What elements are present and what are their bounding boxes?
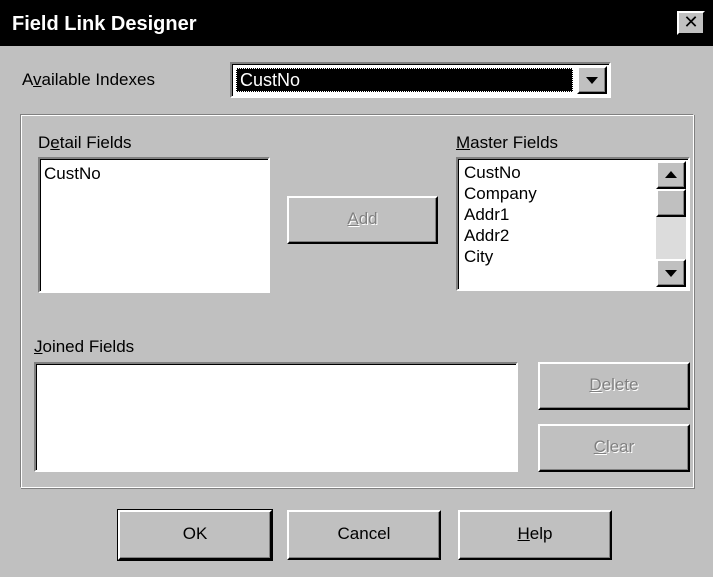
clear-button[interactable]: Clear bbox=[538, 424, 690, 472]
available-indexes-label: Available Indexes bbox=[22, 70, 155, 89]
available-indexes-dropdown[interactable]: CustNo bbox=[230, 62, 611, 98]
scroll-thumb[interactable] bbox=[656, 189, 686, 217]
scroll-up-button[interactable] bbox=[656, 161, 686, 189]
detail-fields-list[interactable]: CustNo bbox=[38, 157, 270, 293]
detail-fields-label: Detail Fields bbox=[38, 133, 132, 152]
close-button[interactable]: ✕ bbox=[677, 11, 705, 35]
window-title: Field Link Designer bbox=[12, 13, 197, 35]
master-fields-label: Master Fields bbox=[456, 133, 559, 152]
available-indexes-value: CustNo bbox=[236, 68, 573, 92]
cancel-button[interactable]: Cancel bbox=[287, 510, 441, 560]
delete-button[interactable]: Delete bbox=[538, 362, 690, 410]
list-item[interactable]: Company bbox=[460, 183, 537, 204]
chevron-down-icon bbox=[586, 77, 598, 84]
list-item[interactable]: City bbox=[460, 246, 537, 268]
scroll-down-button[interactable] bbox=[656, 259, 686, 287]
list-item[interactable]: CustNo bbox=[40, 163, 268, 184]
vertical-scrollbar[interactable] bbox=[656, 161, 686, 287]
help-button[interactable]: Help bbox=[458, 510, 612, 560]
add-button[interactable]: Add bbox=[287, 196, 438, 244]
chevron-up-icon bbox=[665, 171, 677, 178]
dropdown-button[interactable] bbox=[577, 66, 607, 94]
master-fields-list[interactable]: CustNo Company Addr1 Addr2 City bbox=[456, 157, 690, 291]
joined-fields-label: Joined Fields bbox=[34, 337, 135, 356]
title-bar: Field Link Designer ✕ bbox=[0, 0, 713, 46]
list-item[interactable]: Addr2 bbox=[460, 225, 537, 246]
chevron-down-icon bbox=[665, 270, 677, 277]
close-icon: ✕ bbox=[683, 12, 699, 32]
list-item[interactable]: CustNo bbox=[460, 162, 537, 183]
list-item[interactable]: Addr1 bbox=[460, 204, 537, 225]
joined-fields-list[interactable] bbox=[34, 362, 518, 472]
ok-button[interactable]: OK bbox=[117, 509, 273, 561]
